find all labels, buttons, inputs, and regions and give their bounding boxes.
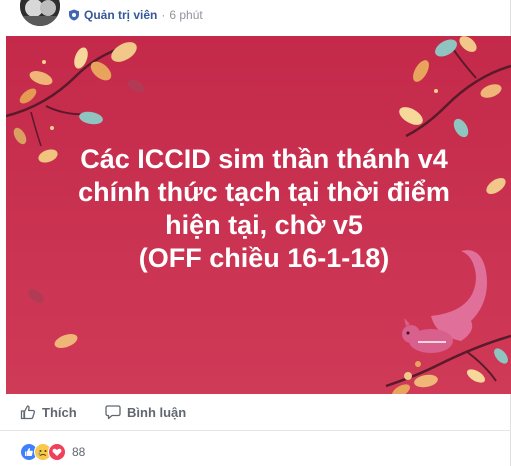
reactions-summary[interactable]: 88 bbox=[20, 442, 85, 462]
reaction-icons bbox=[20, 443, 68, 461]
post-timestamp[interactable]: 6 phút bbox=[169, 8, 202, 22]
post-actions-bar: Thích Bình luận bbox=[0, 394, 511, 431]
love-reaction-icon bbox=[48, 443, 66, 461]
banner-line: chính thức tạch tại thời điểm bbox=[78, 177, 450, 207]
admin-role-label[interactable]: Quản trị viên bbox=[84, 8, 157, 22]
post-banner[interactable]: Các ICCID sim thần thánh v4 chính thức t… bbox=[6, 36, 511, 394]
comment-label: Bình luận bbox=[127, 404, 187, 420]
like-label: Thích bbox=[42, 404, 77, 420]
comment-icon bbox=[105, 405, 121, 420]
banner-line: hiện tại, chờ v5 bbox=[165, 210, 363, 240]
banner-text: Các ICCID sim thần thánh v4 chính thức t… bbox=[26, 143, 502, 275]
reaction-count[interactable]: 88 bbox=[72, 445, 85, 459]
thumbs-up-icon bbox=[20, 405, 36, 420]
banner-line: (OFF chiều 16-1-18) bbox=[138, 243, 390, 273]
post-meta: Quản trị viên · 6 phút bbox=[68, 7, 203, 23]
like-button[interactable]: Thích bbox=[20, 402, 77, 422]
post-header: Quản trị viên · 6 phút bbox=[0, 0, 511, 36]
meta-separator: · bbox=[161, 8, 166, 22]
banner-line: Các ICCID sim thần thánh v4 bbox=[80, 144, 448, 174]
shield-icon bbox=[68, 9, 80, 21]
facebook-post: Quản trị viên · 6 phút Các ICCID sim thầ… bbox=[0, 0, 511, 466]
avatar[interactable] bbox=[20, 0, 60, 26]
comment-button[interactable]: Bình luận bbox=[105, 402, 186, 422]
